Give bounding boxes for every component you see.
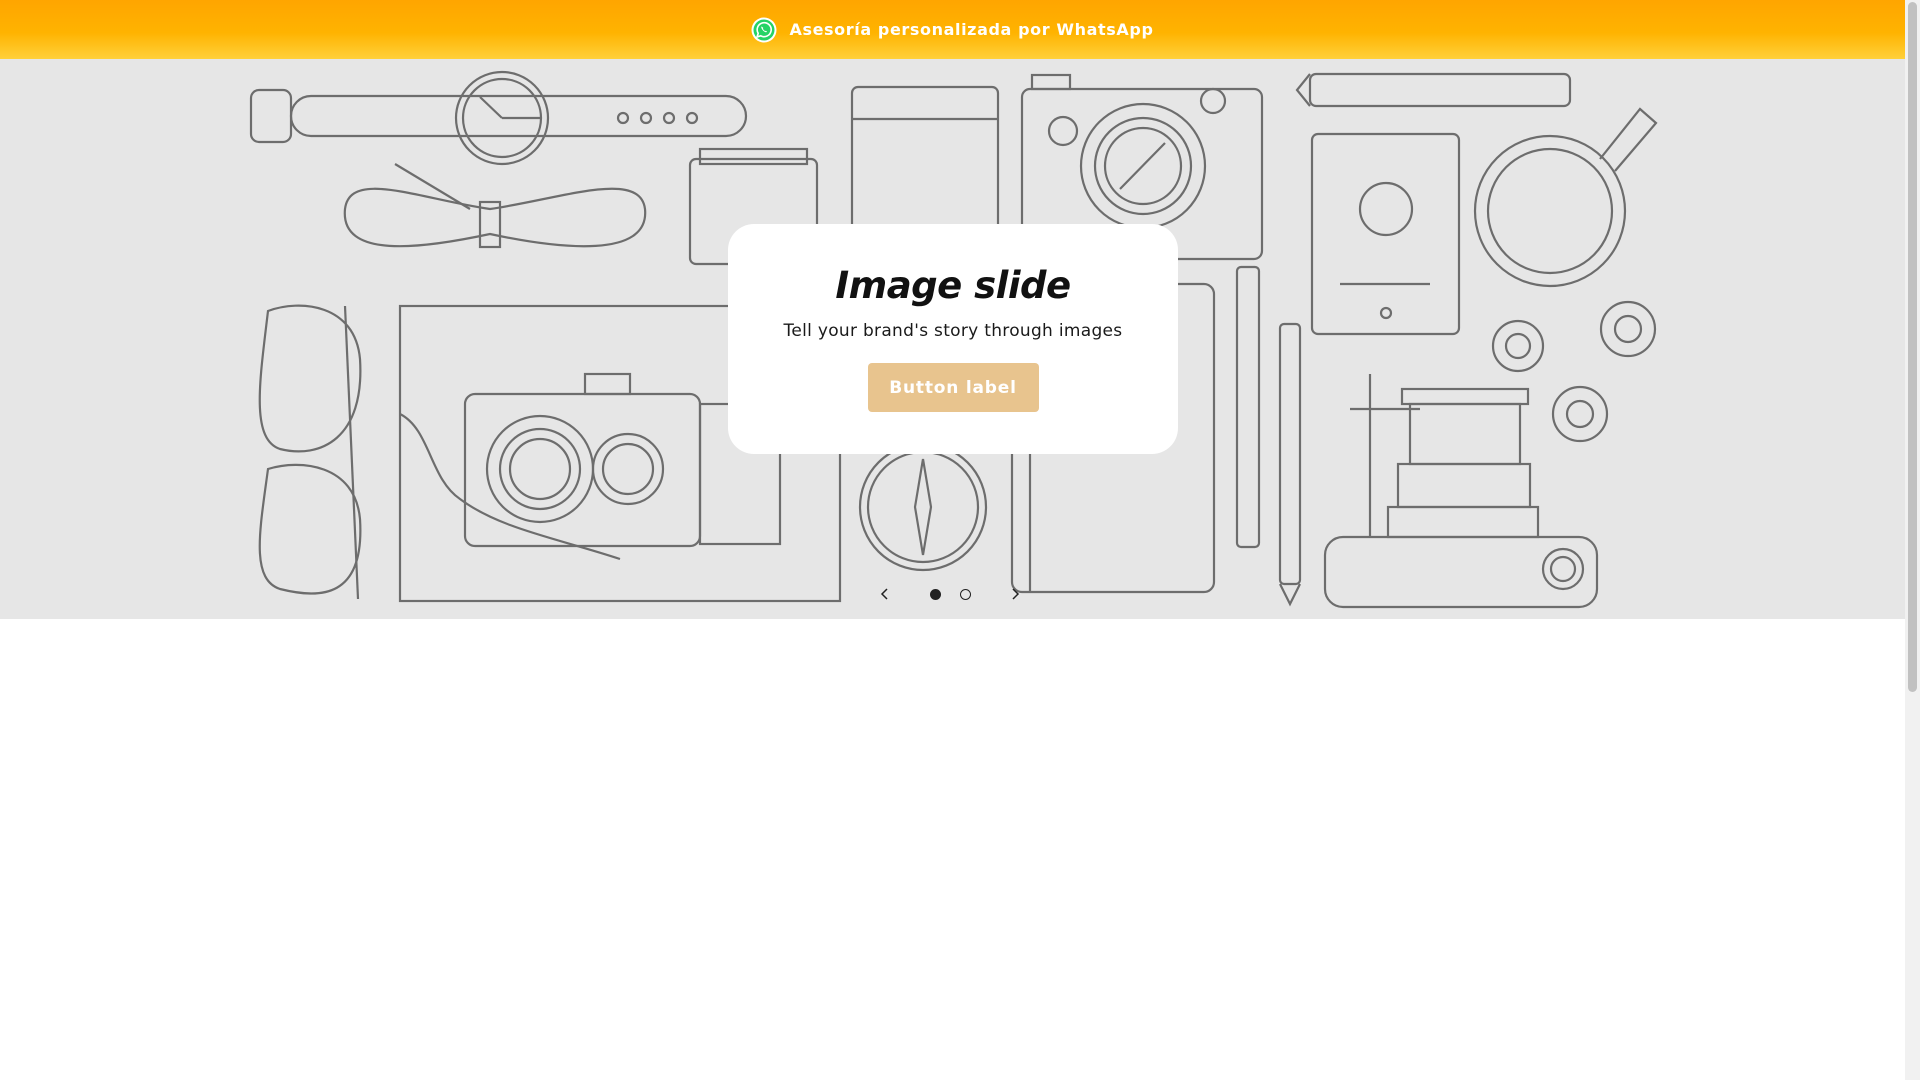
announcement-text: Asesoría personalizada por WhatsApp xyxy=(789,20,1154,39)
slide-dot-1[interactable] xyxy=(929,588,941,600)
slide-content-card: Image slide Tell your brand's story thro… xyxy=(728,224,1178,454)
prev-slide-button[interactable] xyxy=(870,579,900,609)
next-slide-button[interactable] xyxy=(1000,579,1030,609)
scrollbar-thumb[interactable] xyxy=(1908,2,1917,692)
slide-dots xyxy=(929,588,971,600)
announcement-bar[interactable]: Asesoría personalizada por WhatsApp xyxy=(0,0,1905,59)
slide-subheading: Tell your brand's story through images xyxy=(783,321,1123,341)
slide-heading: Image slide xyxy=(835,264,1071,307)
slideshow-controls xyxy=(870,579,1030,609)
chevron-right-icon xyxy=(1012,588,1020,600)
chevron-left-icon xyxy=(880,588,888,600)
slide-dot-2[interactable] xyxy=(959,588,971,600)
slideshow: Image slide Tell your brand's story thro… xyxy=(0,59,1905,619)
page-scrollbar[interactable] xyxy=(1905,0,1920,1080)
whatsapp-icon xyxy=(751,17,777,43)
slide-cta-button[interactable]: Button label xyxy=(867,363,1039,412)
